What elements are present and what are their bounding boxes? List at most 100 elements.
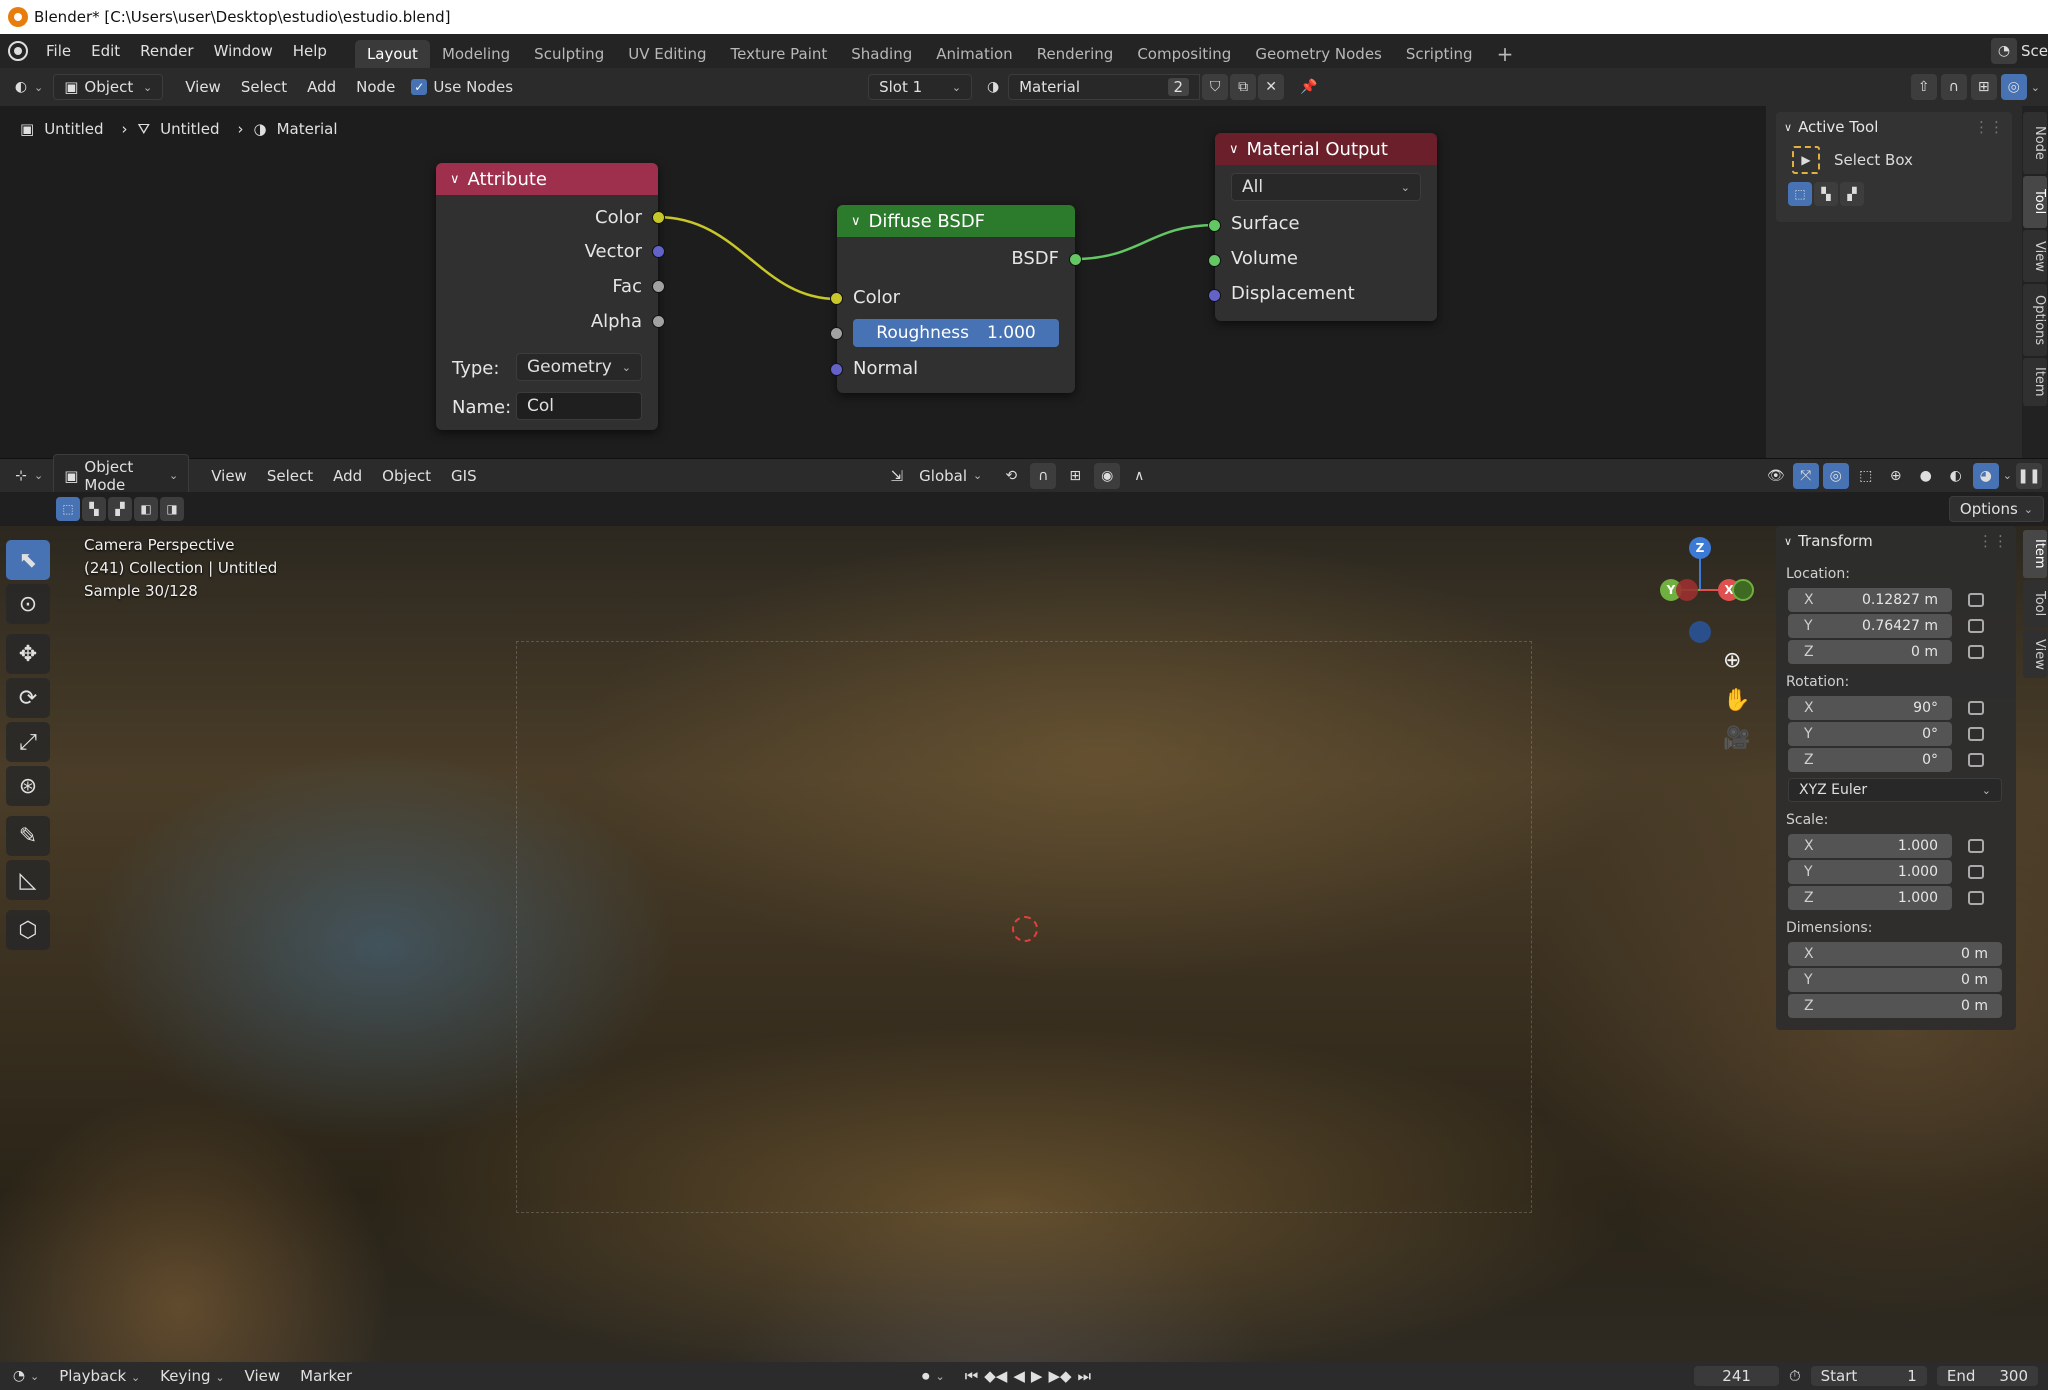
transform-tool-icon[interactable]: ⊛ — [6, 766, 50, 806]
attribute-name-input[interactable]: Col — [516, 392, 642, 420]
timeline-menu-view[interactable]: View — [235, 1367, 291, 1385]
select-box-tool-icon[interactable]: ⬉ — [6, 540, 50, 580]
3d-viewport[interactable]: Camera Perspective (241) Collection | Un… — [0, 526, 2048, 1362]
play-icon[interactable]: ▶ — [1031, 1367, 1043, 1385]
scale-z-field[interactable]: Z 1.000 — [1788, 886, 1952, 910]
collapse-chevron-icon[interactable]: ∨ — [1784, 535, 1792, 548]
socket-color-out[interactable] — [652, 211, 665, 224]
stopwatch-icon[interactable]: ⏱ — [1789, 1367, 1801, 1385]
select-mode-new-icon[interactable]: ⬚ — [56, 497, 80, 521]
lock-icon[interactable] — [1968, 891, 1984, 905]
vp-menu-view[interactable]: View — [201, 467, 257, 485]
sidebar-tab-item[interactable]: Item — [2023, 358, 2047, 406]
attribute-type-dropdown[interactable]: Geometry ⌄ — [516, 353, 642, 381]
gizmo-toggle-icon[interactable]: ⤧ — [1792, 462, 1819, 489]
snap-increment-icon[interactable]: ⊞ — [1062, 463, 1088, 489]
play-reverse-icon[interactable]: ◀ — [1013, 1367, 1025, 1385]
gizmo-neg-y-axis[interactable] — [1732, 579, 1754, 601]
socket-displacement-in[interactable] — [1208, 289, 1221, 302]
lock-icon[interactable] — [1968, 727, 1984, 741]
prev-keyframe-icon[interactable]: ◆◀ — [984, 1367, 1007, 1385]
socket-normal-in[interactable] — [830, 363, 843, 376]
chevron-down-icon[interactable]: ⌄ — [936, 1370, 945, 1383]
zoom-icon[interactable]: ⊕ — [1723, 648, 1741, 673]
dimension-y-field[interactable]: Y 0 m — [1788, 968, 2002, 992]
editor-type-3d-icon[interactable]: ⊹ — [8, 463, 34, 489]
collapse-chevron-icon[interactable]: ∨ — [851, 214, 861, 229]
socket-bsdf-out[interactable] — [1069, 253, 1082, 266]
mode-subtract-icon[interactable]: ▞ — [1840, 182, 1864, 206]
vp-menu-add[interactable]: Add — [323, 467, 372, 485]
lock-icon[interactable] — [1968, 753, 1984, 767]
select-mode-intersect-icon[interactable]: ◨ — [160, 497, 184, 521]
vp-menu-object[interactable]: Object — [372, 467, 441, 485]
timeline-editor-icon[interactable]: ◔ — [8, 1363, 30, 1389]
scale-tool-icon[interactable]: ⤢ — [6, 722, 50, 762]
select-mode-invert-icon[interactable]: ◧ — [134, 497, 158, 521]
drag-handle-icon[interactable]: ⋮⋮ — [1974, 118, 2004, 136]
output-node-header[interactable]: ∨ Material Output — [1215, 133, 1437, 165]
jump-end-icon[interactable]: ⏭ — [1078, 1367, 1092, 1385]
socket-alpha-out[interactable] — [652, 315, 665, 328]
snap-magnet-icon[interactable]: ∩ — [1030, 462, 1057, 489]
rotation-z-field[interactable]: Z 0° — [1788, 748, 1952, 772]
select-mode-subtract-icon[interactable]: ▞ — [108, 497, 132, 521]
mode-extend-icon[interactable]: ▚ — [1814, 182, 1838, 206]
rotate-tool-icon[interactable]: ⟳ — [6, 678, 50, 718]
options-dropdown[interactable]: Options ⌄ — [1948, 496, 2044, 522]
camera-view-icon[interactable]: 🎥 — [1723, 726, 1750, 751]
socket-roughness-in[interactable] — [830, 327, 843, 340]
pivot-point-icon[interactable]: ⟲ — [998, 463, 1024, 489]
measure-tool-icon[interactable]: ◺ — [6, 860, 50, 900]
object-mode-dropdown[interactable]: ▣ Object Mode ⌄ — [53, 453, 190, 498]
rotation-x-field[interactable]: X 90° — [1788, 696, 1952, 720]
shading-material-icon[interactable]: ◐ — [1943, 463, 1969, 489]
orientation-dropdown[interactable]: Global ⌄ — [909, 464, 992, 488]
lock-icon[interactable] — [1968, 593, 1984, 607]
attribute-node[interactable]: ∨ Attribute Color Vector Fac Alpha Type:… — [436, 163, 665, 430]
sidebar-tab-options[interactable]: Options — [2023, 284, 2047, 356]
scale-x-field[interactable]: X 1.000 — [1788, 834, 1952, 858]
shading-rendered-icon[interactable]: ◕ — [1972, 462, 1999, 489]
chevron-down-icon[interactable]: ⌄ — [2003, 469, 2012, 482]
mode-new-icon[interactable]: ⬚ — [1788, 182, 1812, 206]
sidebar-tab-node[interactable]: Node — [2023, 112, 2047, 174]
rotation-y-field[interactable]: Y 0° — [1788, 722, 1952, 746]
location-z-field[interactable]: Z 0 m — [1788, 640, 1952, 664]
pan-hand-icon[interactable]: ✋ — [1723, 688, 1750, 713]
collapse-chevron-icon[interactable]: ∨ — [450, 172, 460, 187]
socket-surface-in[interactable] — [1208, 219, 1221, 232]
rotation-mode-dropdown[interactable]: XYZ Euler ⌄ — [1788, 778, 2002, 802]
cursor-tool-icon[interactable]: ⊙ — [6, 584, 50, 624]
lock-icon[interactable] — [1968, 645, 1984, 659]
sidebar-tab-view[interactable]: View — [2023, 630, 2047, 678]
sidebar-tab-view[interactable]: View — [2023, 230, 2047, 282]
lock-icon[interactable] — [1968, 619, 1984, 633]
output-target-dropdown[interactable]: All ⌄ — [1231, 173, 1421, 201]
socket-fac-out[interactable] — [652, 280, 665, 293]
visibility-eye-icon[interactable]: 👁 — [1763, 463, 1789, 489]
vp-menu-select[interactable]: Select — [257, 467, 323, 485]
socket-volume-in[interactable] — [1208, 254, 1221, 267]
current-frame-field[interactable]: 241 — [1694, 1366, 1779, 1386]
sidebar-tab-item[interactable]: Item — [2023, 530, 2047, 578]
gizmo-z-axis[interactable]: Z — [1689, 537, 1711, 559]
timeline-menu-playback[interactable]: Playback ⌄ — [49, 1367, 150, 1385]
sidebar-tab-tool[interactable]: Tool — [2023, 580, 2047, 628]
move-tool-icon[interactable]: ✥ — [6, 634, 50, 674]
annotate-tool-icon[interactable]: ✎ — [6, 816, 50, 856]
roughness-slider[interactable]: Roughness 1.000 — [853, 319, 1059, 347]
shading-wireframe-icon[interactable]: ⊕ — [1883, 463, 1909, 489]
record-keyframe-icon[interactable]: ⏺ — [922, 1367, 930, 1385]
diffuse-node-header[interactable]: ∨ Diffuse BSDF — [837, 205, 1075, 237]
drag-handle-icon[interactable]: ⋮⋮ — [1978, 532, 2008, 550]
location-x-field[interactable]: X 0.12827 m — [1788, 588, 1952, 612]
end-frame-field[interactable]: End 300 — [1936, 1366, 2038, 1386]
proportional-edit-icon[interactable]: ◉ — [1094, 462, 1121, 489]
overlays-toggle-icon[interactable]: ◎ — [1822, 462, 1849, 489]
scale-y-field[interactable]: Y 1.000 — [1788, 860, 1952, 884]
gizmo-neg-z-axis[interactable] — [1689, 621, 1711, 643]
lock-icon[interactable] — [1968, 865, 1984, 879]
lock-icon[interactable] — [1968, 701, 1984, 715]
material-output-node[interactable]: ∨ Material Output All ⌄ Surface Volume D… — [1208, 133, 1437, 321]
